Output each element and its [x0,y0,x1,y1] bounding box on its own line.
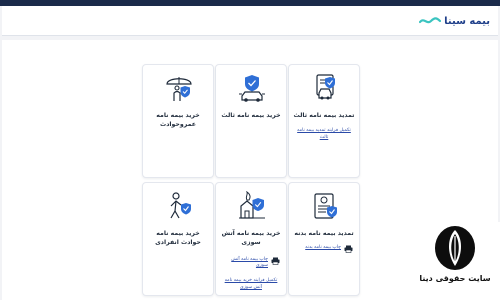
complete-fire-purchase-link[interactable]: تکمیل فرایند خرید بیمه نامه آتش سوزی [222,277,280,291]
card-buy-fire[interactable]: خرید بیمه نامه آتش سوزی چاپ بیمه نامه آت… [215,182,287,296]
printer-icon [271,257,280,265]
watermark-text: سایت حقوقی دینا [419,274,491,283]
fire-shield-icon [239,191,265,219]
card-title: خرید بیمه نامه ثالث [221,112,281,119]
card-buy-life-accident[interactable]: خرید بیمه نامه عمروحوادث [142,64,214,178]
site-header: بیمه سینا [2,6,498,36]
person-shield-icon [170,192,191,219]
watermark-brand: سایت حقوقی دینا [410,222,500,300]
print-hull-policy[interactable]: چاپ بیمه نامه بدنه [295,245,353,253]
print-link-text[interactable]: چاپ بیمه نامه آتش سوزی [222,257,268,269]
logo-text: بیمه سینا [444,15,490,27]
card-title: خرید بیمه نامه حوادث انفرادی [155,230,201,246]
card-title: خرید بیمه نامه آتش سوزی [221,230,281,246]
card-title: تمدید بیمه نامه ثالث [293,112,355,119]
car-shield-icon [239,75,265,102]
site-logo[interactable]: بیمه سینا [419,13,490,29]
print-fire-policy[interactable]: چاپ بیمه نامه آتش سوزی [222,257,280,269]
document-shield-icon [314,193,337,219]
card-buy-individual-accident[interactable]: خرید بیمه نامه حوادث انفرادی [142,182,214,296]
printer-icon [344,245,353,253]
card-renew-third-party[interactable]: تمدید بیمه نامه ثالث تکمیل فرایند تمدید … [288,64,360,178]
quill-logo-icon [435,226,475,270]
card-title: تمدید بیمه نامه بدنه [294,230,354,237]
card-renew-hull[interactable]: تمدید بیمه نامه بدنه چاپ بیمه نامه بدنه [288,182,360,296]
print-link-text[interactable]: چاپ بیمه نامه بدنه [305,245,341,251]
car-document-icon [316,74,335,100]
card-buy-third-party[interactable]: خرید بیمه نامه ثالث [215,64,287,178]
umbrella-person-icon [166,77,192,101]
card-title: خرید بیمه نامه عمروحوادث [156,112,200,128]
complete-renewal-link[interactable]: تکمیل فرایند تمدید بیمه نامه ثالث [295,127,353,141]
logo-wave-icon [419,17,442,24]
